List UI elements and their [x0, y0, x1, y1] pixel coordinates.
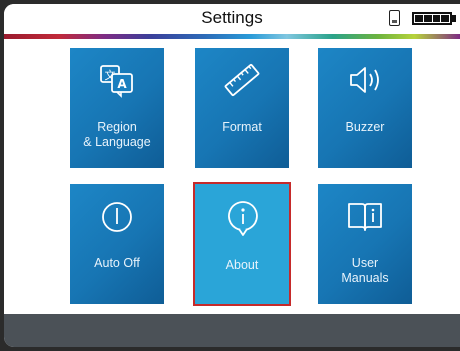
translate-icon: 文 A	[100, 65, 133, 98]
tile-region-language[interactable]: 文 A Region & Language	[70, 48, 164, 168]
tile-label: Buzzer	[345, 120, 385, 134]
svg-text:A: A	[117, 77, 127, 91]
sd-card-icon	[389, 10, 400, 26]
tile-label: About	[225, 258, 259, 272]
footer-bar	[4, 314, 460, 347]
tile-auto-off[interactable]: Auto Off	[70, 184, 164, 304]
manual-icon	[348, 203, 382, 231]
info-icon	[228, 201, 258, 236]
tile-buzzer[interactable]: Buzzer	[318, 48, 412, 168]
ruler-icon	[224, 63, 260, 97]
header-bar: Settings	[4, 4, 460, 34]
power-icon	[102, 202, 132, 232]
tile-user-manuals[interactable]: User Manuals	[318, 184, 412, 304]
device-screen: Settings 文 A Region & Language Format Bu…	[4, 4, 460, 347]
battery-icon	[412, 12, 460, 25]
tile-format[interactable]: Format	[195, 48, 289, 168]
tile-label: Format	[222, 120, 262, 134]
speaker-icon	[350, 67, 379, 93]
tile-about[interactable]: About	[193, 182, 291, 306]
color-stripe	[4, 34, 460, 39]
tile-label: User Manuals	[341, 256, 389, 285]
tile-label: Auto Off	[94, 256, 140, 270]
tile-label: Region & Language	[83, 120, 151, 149]
